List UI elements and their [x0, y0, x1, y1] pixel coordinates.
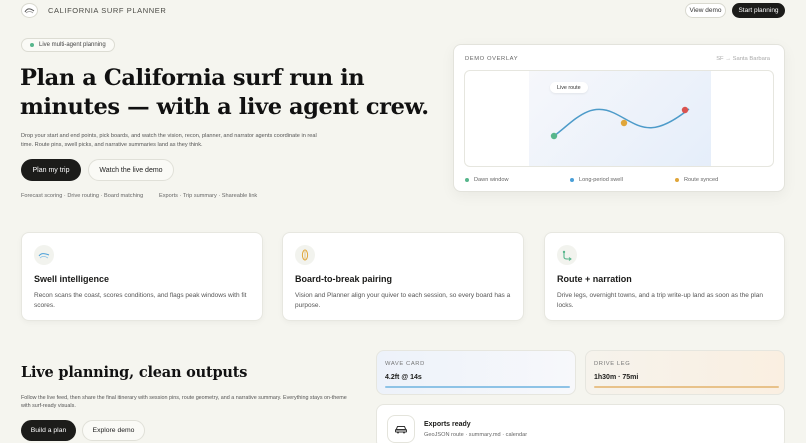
bottom-section-title: Live planning, clean outputs: [21, 364, 248, 381]
start-planning-button[interactable]: Start planning: [732, 3, 785, 18]
exports-subtitle: GeoJSON route · summary.md · calendar: [424, 432, 528, 438]
route-icon: [557, 245, 577, 265]
drive-leg-card: DRIVE LEG 1h30m · 75mi: [585, 350, 785, 395]
hero-title: Plan a California surf run in minutes — …: [20, 65, 429, 120]
surfboard-icon: [295, 245, 315, 265]
legend-route-synced: Route synced: [675, 177, 718, 183]
brand-name: CALIFORNIA SURF PLANNER: [48, 6, 167, 15]
feature-description: Drive legs, overnight towns, and a trip …: [557, 292, 763, 309]
drive-leg-value: 1h30m · 75mi: [594, 374, 639, 381]
feature-card-board: Board-to-break pairing Vision and Planne…: [282, 232, 524, 321]
demo-route: SF → Santa Barbara: [716, 56, 770, 62]
feature-description: Recon scans the coast, scores conditions…: [34, 292, 247, 309]
explore-demo-button[interactable]: Explore demo: [82, 420, 145, 441]
hero-meta-features: Forecast scoring · Drive routing · Board…: [21, 193, 144, 199]
status-dot-icon: [30, 43, 34, 47]
bottom-section-description: Follow the live feed, then share the fin…: [21, 395, 347, 410]
legend-dot-icon: [465, 178, 469, 182]
drive-leg-bar: [594, 386, 779, 388]
feature-title: Swell intelligence: [34, 274, 110, 284]
feature-card-route: Route + narration Drive legs, overnight …: [544, 232, 785, 321]
wave-card: WAVE CARD 4.2ft @ 14s: [376, 350, 576, 395]
feature-description: Vision and Planner align your quiver to …: [295, 292, 511, 309]
watch-live-demo-button[interactable]: Watch the live demo: [88, 159, 174, 181]
view-demo-button[interactable]: View demo: [685, 3, 726, 18]
hero-meta-exports: Exports · Trip summary · Shareable link: [159, 193, 258, 199]
route-start-marker: [550, 132, 558, 140]
plan-my-trip-button[interactable]: Plan my trip: [21, 159, 81, 181]
legend-label: Route synced: [684, 177, 719, 183]
build-a-plan-button[interactable]: Build a plan: [21, 420, 76, 441]
hero-description: Drop your start and end points, pick boa…: [21, 133, 317, 148]
wave-card-label: WAVE CARD: [385, 361, 425, 367]
legend-long-period-swell: Long-period swell: [570, 177, 623, 183]
route-end-marker: [681, 106, 689, 114]
legend-label: Long-period swell: [579, 177, 623, 183]
wave-card-value: 4.2ft @ 14s: [385, 374, 422, 381]
feature-card-swell: Swell intelligence Recon scans the coast…: [21, 232, 263, 321]
legend-dot-icon: [570, 178, 574, 182]
demo-overlay-card: DEMO OVERLAY SF → Santa Barbara Live rou…: [453, 44, 785, 192]
wave-card-bar: [385, 386, 570, 388]
demo-label: DEMO OVERLAY: [465, 56, 519, 62]
live-route-tag: Live route: [550, 82, 588, 93]
wave-icon: [34, 245, 54, 265]
feature-title: Board-to-break pairing: [295, 274, 393, 284]
legend-dot-icon: [675, 178, 679, 182]
car-icon: [387, 415, 415, 443]
legend-dawn-window: Dawn window: [465, 177, 509, 183]
legend-label: Dawn window: [474, 177, 509, 183]
demo-map-frame: Live route: [464, 70, 774, 167]
wave-logo-icon: [21, 3, 38, 18]
brand[interactable]: CALIFORNIA SURF PLANNER: [21, 3, 166, 18]
live-badge-label: Live multi-agent planning: [39, 42, 106, 48]
feature-title: Route + narration: [557, 274, 632, 284]
route-mid-marker: [620, 119, 628, 127]
exports-card[interactable]: Exports ready GeoJSON route · summary.md…: [376, 404, 785, 443]
exports-title: Exports ready: [424, 421, 471, 428]
live-badge: Live multi-agent planning: [21, 38, 115, 52]
drive-leg-label: DRIVE LEG: [594, 361, 631, 367]
